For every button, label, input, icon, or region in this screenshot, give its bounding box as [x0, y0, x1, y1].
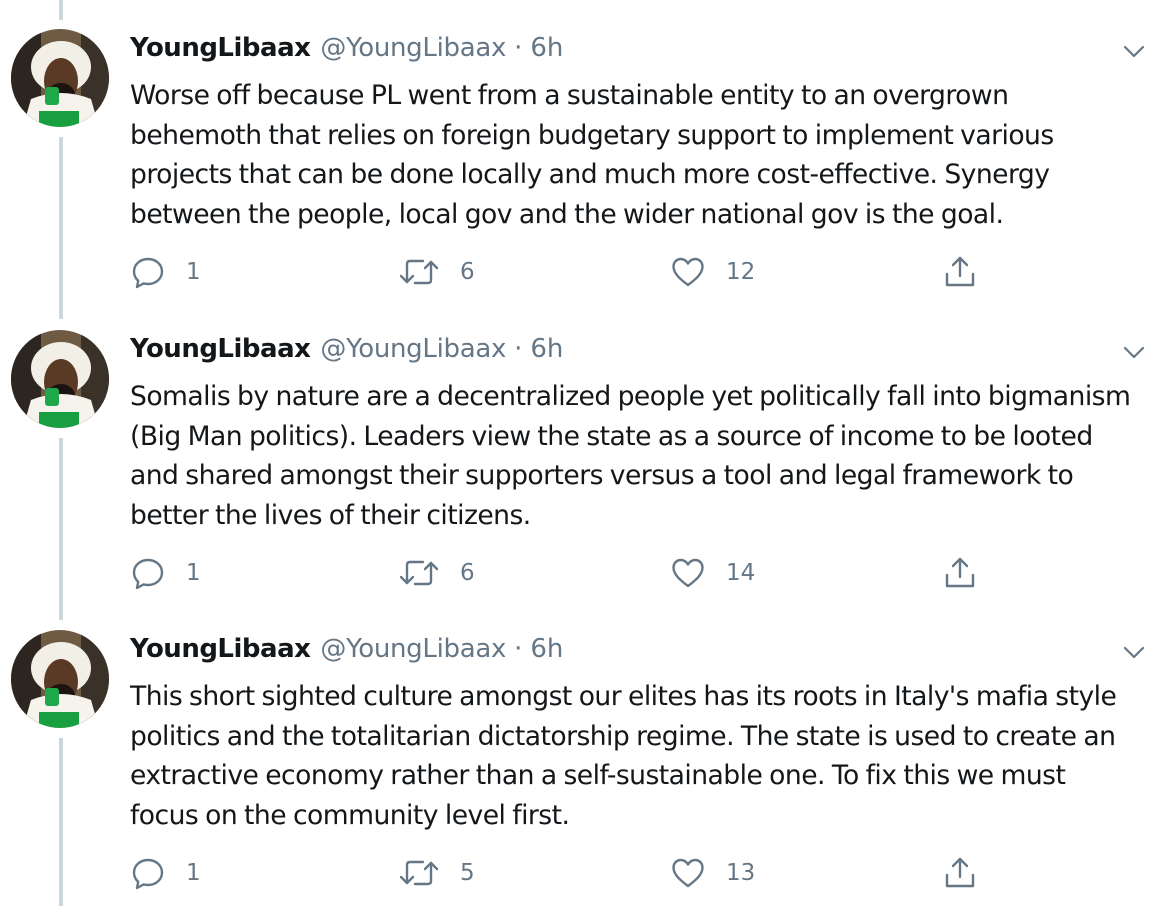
separator-dot: · [514, 634, 523, 664]
chevron-down-icon[interactable] [1122, 341, 1146, 365]
retweet-icon [399, 560, 439, 586]
avatar[interactable] [11, 330, 109, 428]
retweet-count: 6 [460, 259, 475, 285]
reply-count: 1 [186, 259, 201, 285]
retweet-icon [399, 259, 439, 285]
tweet[interactable]: YoungLibaax @YoungLibaax · 6h Somalis by… [0, 301, 1168, 601]
reply-icon [132, 558, 164, 590]
share-button[interactable] [942, 252, 998, 292]
share-icon [945, 256, 975, 287]
retweet-count: 5 [460, 860, 475, 886]
reply-button[interactable]: 1 [130, 853, 201, 893]
share-icon [945, 557, 975, 588]
tweet-header: YoungLibaax @YoungLibaax · 6h [130, 334, 563, 374]
retweet-count: 6 [460, 560, 475, 586]
heart-icon [672, 257, 704, 287]
like-button[interactable]: 14 [670, 553, 755, 593]
display-name[interactable]: YoungLibaax [130, 334, 311, 364]
like-count: 13 [726, 860, 756, 886]
reply-count: 1 [186, 860, 201, 886]
reply-button[interactable]: 1 [130, 553, 201, 593]
display-name[interactable]: YoungLibaax [130, 634, 311, 664]
tweet[interactable]: YoungLibaax @YoungLibaax · 6h This short… [0, 601, 1168, 901]
user-handle[interactable]: @YoungLibaax [320, 334, 506, 364]
share-button[interactable] [942, 853, 998, 893]
tweet-header: YoungLibaax @YoungLibaax · 6h [130, 634, 563, 674]
like-count: 14 [726, 560, 756, 586]
tweet-text: Worse off because PL went from a sustain… [130, 80, 1054, 230]
user-handle[interactable]: @YoungLibaax [320, 634, 506, 664]
chevron-down-icon[interactable] [1122, 641, 1146, 665]
share-icon [945, 857, 975, 888]
reply-count: 1 [186, 560, 201, 586]
tweet-header: YoungLibaax @YoungLibaax · 6h [130, 33, 563, 73]
retweet-button[interactable]: 6 [398, 553, 475, 593]
tweet[interactable]: YoungLibaax @YoungLibaax · 6h Worse off … [0, 0, 1168, 300]
reply-icon [132, 858, 164, 890]
reply-icon [132, 257, 164, 289]
like-count: 12 [726, 259, 756, 285]
chevron-down-icon[interactable] [1122, 40, 1146, 64]
heart-icon [672, 858, 704, 888]
user-handle[interactable]: @YoungLibaax [320, 33, 506, 63]
heart-icon [672, 558, 704, 588]
tweet-actions: 1 6 12 [130, 252, 1030, 292]
like-button[interactable]: 13 [670, 853, 755, 893]
retweet-button[interactable]: 6 [398, 252, 475, 292]
tweet-text: This short sighted culture amongst our e… [130, 681, 1117, 831]
timestamp[interactable]: 6h [530, 33, 563, 63]
tweet-actions: 1 5 13 [130, 853, 1030, 893]
share-button[interactable] [942, 553, 998, 593]
avatar[interactable] [11, 29, 109, 127]
like-button[interactable]: 12 [670, 252, 755, 292]
timestamp[interactable]: 6h [530, 334, 563, 364]
reply-button[interactable]: 1 [130, 252, 201, 292]
separator-dot: · [514, 334, 523, 364]
timestamp[interactable]: 6h [530, 634, 563, 664]
avatar[interactable] [11, 630, 109, 728]
separator-dot: · [514, 33, 523, 63]
tweet-actions: 1 6 14 [130, 553, 1030, 593]
display-name[interactable]: YoungLibaax [130, 33, 311, 63]
retweet-icon [399, 860, 439, 886]
tweet-text: Somalis by nature are a decentralized pe… [130, 381, 1131, 531]
retweet-button[interactable]: 5 [398, 853, 475, 893]
